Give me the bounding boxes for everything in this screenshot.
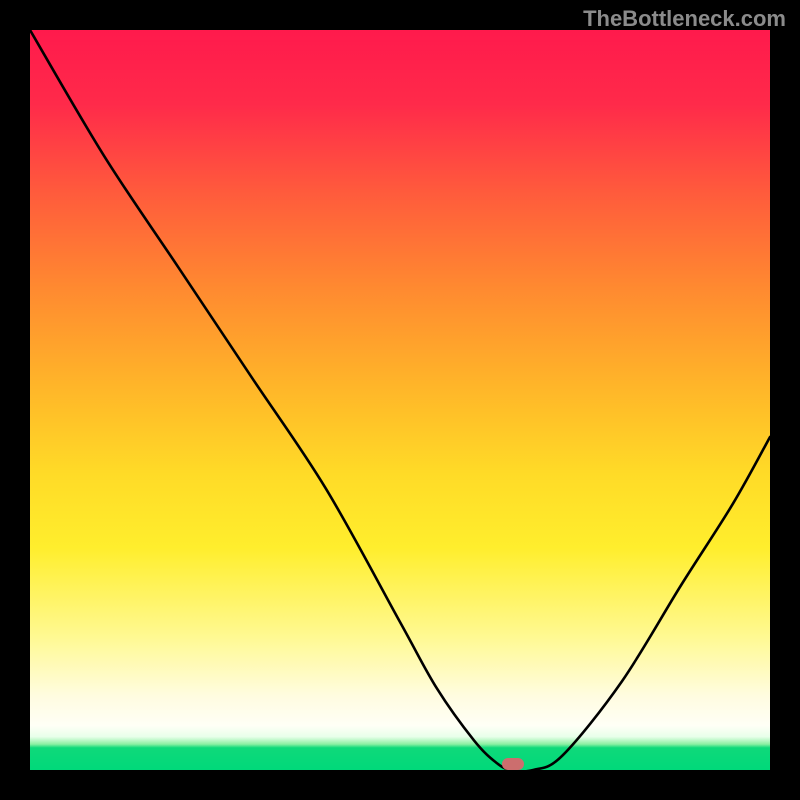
plot-border (0, 0, 800, 800)
chart-container: TheBottleneck.com (0, 0, 800, 800)
watermark-text: TheBottleneck.com (583, 6, 786, 32)
